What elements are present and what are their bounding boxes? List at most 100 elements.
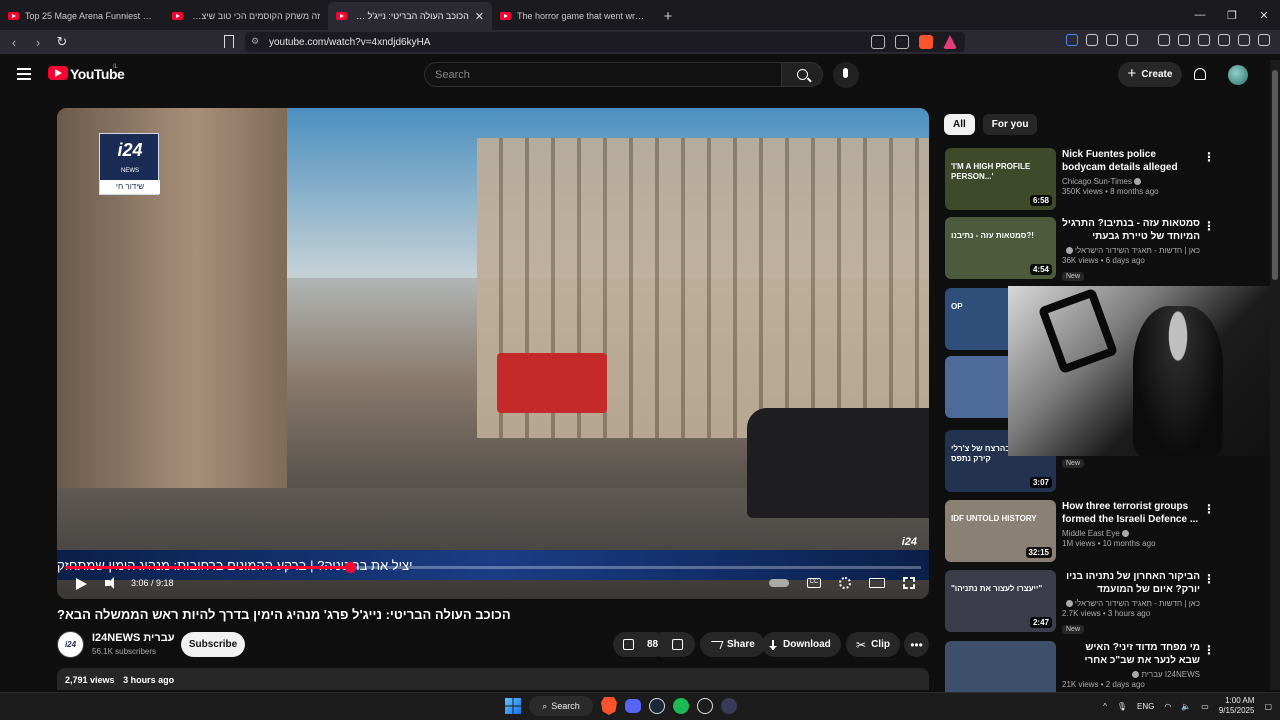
forward-icon[interactable]: › xyxy=(28,32,48,52)
create-button[interactable]: + Create xyxy=(1118,62,1182,87)
subscribe-button[interactable]: Subscribe xyxy=(181,632,245,657)
recommendation-item[interactable]: "ייעצרו לעצור את נתניהו" 2:47 הביקור האחרו… xyxy=(945,570,1270,634)
puzzle-icon[interactable] xyxy=(1106,34,1118,46)
browser-tab-2[interactable]: זה משחק הקוסמים הכי טוב שיצא לי xyxy=(164,2,328,30)
progress-bar[interactable] xyxy=(65,562,921,573)
share-page-icon[interactable] xyxy=(895,35,909,49)
voice-search-button[interactable] xyxy=(833,62,859,88)
brave-rewards-icon[interactable] xyxy=(943,35,957,49)
spotify-icon[interactable] xyxy=(673,698,689,714)
settings-gear-icon[interactable] xyxy=(839,577,851,589)
video-thumbnail[interactable]: IDF UNTOLD HISTORY 32:15 xyxy=(945,500,1056,562)
channel-name[interactable]: Middle East Eye xyxy=(1062,529,1200,538)
clip-button[interactable]: ✂ Clip xyxy=(846,632,900,657)
notifications-bell-icon[interactable] xyxy=(1194,68,1206,80)
share-button[interactable]: Share xyxy=(700,632,765,657)
plus-icon: + xyxy=(1127,65,1137,82)
language-indicator[interactable]: ENG xyxy=(1137,702,1154,711)
tray-overflow-icon[interactable]: ^ xyxy=(1103,702,1107,711)
download-button[interactable]: Download xyxy=(762,632,841,657)
channel-name[interactable]: כאן | חדשות - תאגיד השידור הישראלי xyxy=(1062,246,1200,255)
more-options-icon[interactable]: ⋮ xyxy=(1203,219,1215,233)
hamburger-menu-icon[interactable] xyxy=(17,68,31,80)
video-thumbnail[interactable]: סמטאות עזה - נתיבנו?! 4:54 xyxy=(945,217,1056,279)
channel-name[interactable]: I24NEWS עברית xyxy=(1062,670,1200,679)
brave-browser-icon[interactable] xyxy=(601,697,617,715)
video-frame-bus xyxy=(497,353,607,413)
autoplay-toggle-icon[interactable] xyxy=(769,579,789,587)
wallet-icon[interactable] xyxy=(1198,34,1210,46)
media-player-icon[interactable] xyxy=(721,698,737,714)
close-tab-icon[interactable]: ✕ xyxy=(475,10,484,23)
discord-icon[interactable] xyxy=(625,699,641,713)
browser-menu-icon[interactable] xyxy=(1258,34,1270,46)
more-actions-button[interactable]: ••• xyxy=(904,632,929,657)
media-icon[interactable] xyxy=(1158,34,1170,46)
sidebar-icon[interactable] xyxy=(1178,34,1190,46)
wifi-icon[interactable]: ◠ xyxy=(1164,702,1171,711)
account-avatar[interactable] xyxy=(1228,65,1248,85)
maximize-icon[interactable]: ❐ xyxy=(1216,0,1248,30)
speaker-icon[interactable]: 🔈 xyxy=(1181,702,1191,711)
video-title[interactable]: מי מפחד מדוד זיני? האיש שבא לנער את שב"כ… xyxy=(1062,641,1201,667)
chip-for-you[interactable]: For you xyxy=(982,114,1038,135)
windows-start-icon[interactable] xyxy=(505,698,521,714)
video-title[interactable]: How three terrorist groups formed the Is… xyxy=(1062,500,1200,526)
close-window-icon[interactable]: ✕ xyxy=(1248,0,1280,30)
taskbar-search[interactable]: ⌕ Search xyxy=(529,696,593,716)
description-box[interactable]: 2,791 views 3 hours ago xyxy=(57,668,929,690)
more-options-icon[interactable]: ⋮ xyxy=(1203,572,1215,586)
channel-name[interactable]: Chicago Sun-Times xyxy=(1062,177,1200,186)
duration-badge: 4:54 xyxy=(1029,264,1052,275)
video-title[interactable]: סמטאות עזה - בנתיבו? התרגיל המיוחד של טי… xyxy=(1062,217,1200,243)
back-icon[interactable]: ‹ xyxy=(4,32,24,52)
extension-1-icon[interactable] xyxy=(1066,34,1078,46)
search-input[interactable]: Search xyxy=(424,62,782,87)
channel-name[interactable]: כאן | חדשות - תאגיד השידור הישראלי xyxy=(1062,599,1200,608)
recommendation-item[interactable]: סמטאות עזה - נתיבנו?! 4:54 סמטאות עזה - בנ… xyxy=(945,217,1270,281)
video-thumbnail[interactable]: "ייעצרו לעצור את נתניהו" 2:47 xyxy=(945,570,1056,632)
browser-tab-3[interactable]: הכוכב העולה הבריטי: נייג'ל פרג' ✕ xyxy=(328,2,492,30)
video-player[interactable]: i24 NEWS שידור חי יציל את בריטניה? | ברק… xyxy=(57,108,929,599)
system-clock[interactable]: 1:00 AM 9/15/2025 xyxy=(1219,696,1255,716)
scrollbar-thumb[interactable] xyxy=(1272,70,1278,280)
dislike-button[interactable] xyxy=(660,632,695,657)
bookmark-icon[interactable] xyxy=(224,35,234,48)
recommendation-item[interactable]: 'I'M A HIGH PROFILE PERSON...' 6:58 Nick F… xyxy=(945,148,1270,212)
video-title[interactable]: Nick Fuentes police bodycam details alle… xyxy=(1062,148,1200,174)
extension-2-icon[interactable] xyxy=(1086,34,1098,46)
search-button[interactable] xyxy=(781,62,823,87)
browser-tab-1[interactable]: Top 25 Mage Arena Funniest Moments xyxy=(0,2,164,30)
channel-avatar[interactable]: i24 xyxy=(57,631,84,658)
more-options-icon[interactable]: ⋮ xyxy=(1203,150,1215,164)
recommendation-item[interactable]: IDF UNTOLD HISTORY 32:15 How three terrori… xyxy=(945,500,1270,564)
more-options-icon[interactable]: ⋮ xyxy=(1203,643,1215,657)
more-options-icon[interactable]: ⋮ xyxy=(1203,502,1215,516)
browser-tab-4[interactable]: The horror game that went wrong w xyxy=(492,2,656,30)
reload-icon[interactable]: ↻ xyxy=(52,32,72,52)
fullscreen-icon[interactable] xyxy=(903,577,915,589)
new-tab-button[interactable]: + xyxy=(656,2,680,30)
leo-icon[interactable] xyxy=(1218,34,1230,46)
video-title[interactable]: הביקור האחרון של נתניהו בניו יורק? איום … xyxy=(1062,570,1200,596)
subtitles-icon[interactable]: CC xyxy=(807,578,821,588)
video-thumbnail[interactable]: 'I'M A HIGH PROFILE PERSON...' 6:58 xyxy=(945,148,1056,210)
chat-app-icon[interactable] xyxy=(697,698,713,714)
steam-icon[interactable] xyxy=(649,698,665,714)
reader-view-icon[interactable] xyxy=(871,35,885,49)
battery-icon[interactable]: ▭ xyxy=(1201,702,1209,711)
theater-mode-icon[interactable] xyxy=(869,578,885,588)
minimize-icon[interactable]: — xyxy=(1184,0,1216,30)
screenshot-icon[interactable] xyxy=(1126,34,1138,46)
channel-name[interactable]: I24NEWS עברית xyxy=(92,632,175,644)
chip-all[interactable]: All xyxy=(944,114,975,135)
volume-icon[interactable] xyxy=(105,577,114,589)
site-info-icon[interactable]: ⚙ xyxy=(251,36,261,46)
vpn-icon[interactable] xyxy=(1238,34,1250,46)
play-icon[interactable] xyxy=(76,578,87,590)
address-bar[interactable]: ⚙ youtube.com/watch?v=4xndjd6kyHA xyxy=(245,32,965,52)
notification-icon[interactable]: ▢ xyxy=(1264,702,1272,711)
brave-shield-icon[interactable] xyxy=(919,35,933,49)
microphone-icon[interactable]: 🎙 xyxy=(1117,702,1127,711)
youtube-logo-icon[interactable] xyxy=(48,66,68,80)
